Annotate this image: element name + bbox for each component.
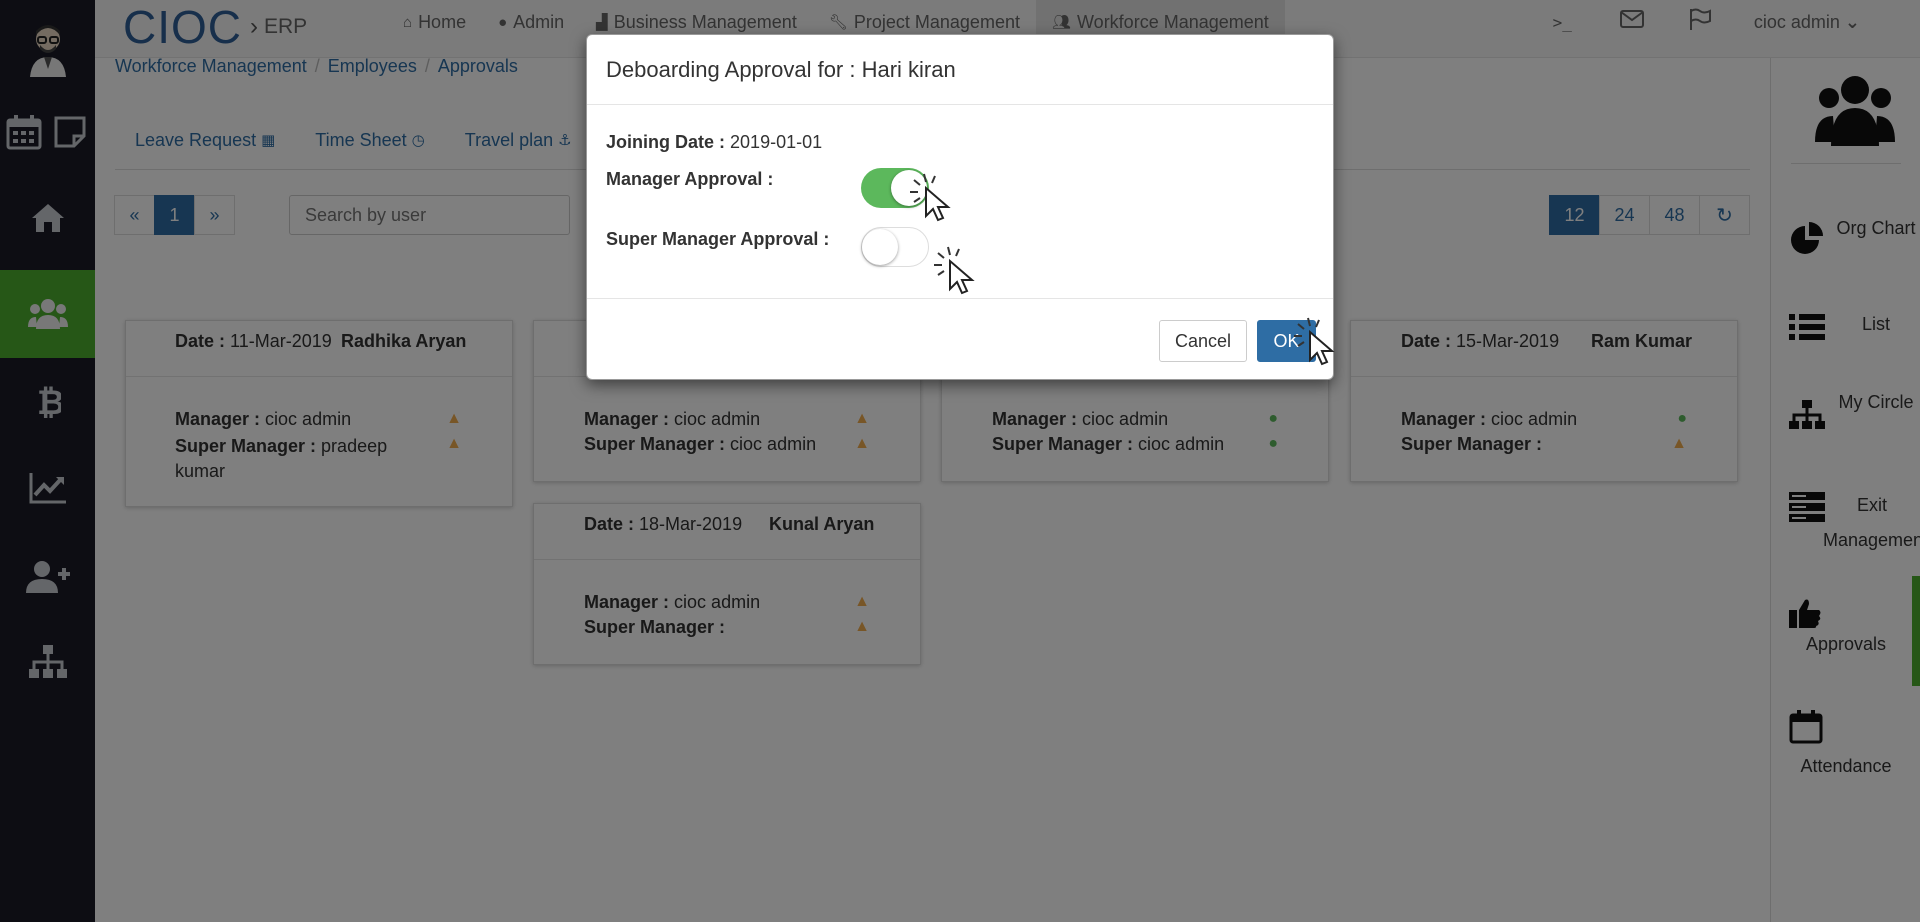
modal-title: Deboarding Approval for : Hari kiran <box>587 35 1333 105</box>
super-manager-approval-toggle[interactable] <box>861 227 929 267</box>
toggle-knob <box>862 229 898 265</box>
joining-date-value: 2019-01-01 <box>730 132 823 152</box>
joining-date-row: Joining Date : 2019-01-01 <box>606 132 822 153</box>
click-cursor-icon <box>934 246 975 295</box>
manager-approval-label: Manager Approval : <box>606 169 773 190</box>
super-manager-approval-label-text: Super Manager Approval : <box>606 229 830 249</box>
cancel-button[interactable]: Cancel <box>1159 320 1247 362</box>
super-manager-approval-label: Super Manager Approval : <box>606 229 829 250</box>
click-cursor-icon <box>910 173 951 222</box>
click-cursor-icon <box>1294 317 1335 366</box>
joining-date-label: Joining Date : <box>606 132 726 152</box>
manager-approval-label-text: Manager Approval : <box>606 169 774 189</box>
